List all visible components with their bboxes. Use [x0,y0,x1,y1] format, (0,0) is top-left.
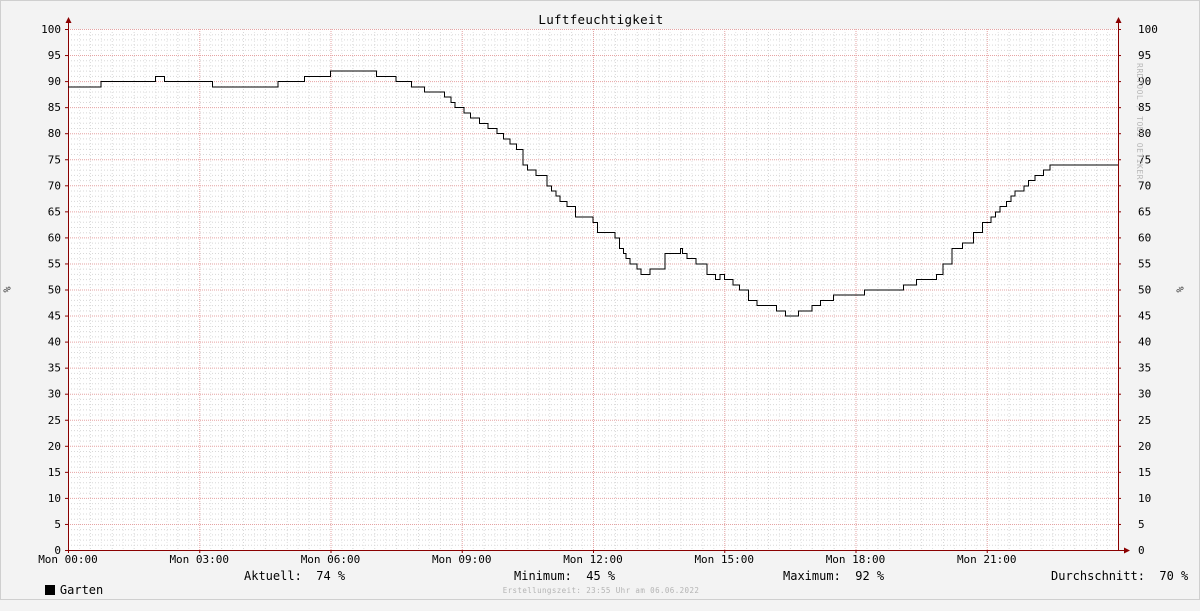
chart-container: 0 0 5 5 10 10 15 15 20 20 25 25 30 30 35 35 40 40 45 45 50 50… [0,0,1200,600]
stat-avg-value: 70 % [1159,569,1189,583]
stat-current-label: Aktuell: [244,569,302,583]
y-tick-label-right: 15 [1138,466,1151,479]
y-tick-label-left: 55 [48,257,61,270]
y-tick-label-left: 30 [48,388,61,401]
y-tick-label-left: 80 [48,127,61,140]
y-tick-label-left: 90 [48,75,61,88]
x-tick-label: Mon 18:00 [826,553,886,566]
y-tick-label-left: 75 [48,153,61,166]
y-tick-label-left: 40 [48,336,61,349]
y-axis-unit-left: % [2,286,14,293]
y-tick-label-right: 55 [1138,257,1151,270]
stat-avg-label: Durchschnitt: [1051,569,1145,583]
rrdtool-watermark: RRDTOOL / TOBI OETIKER [1135,63,1144,180]
y-tick-label-left: 45 [48,310,61,323]
y-tick-label-left: 25 [48,414,61,427]
y-tick-label-right: 60 [1138,231,1151,244]
y-tick-label-right: 20 [1138,440,1151,453]
stat-max-value: 92 % [855,569,885,583]
y-tick-label-right: 50 [1138,284,1151,297]
y-tick-label-right: 10 [1138,492,1151,505]
y-tick-label-left: 70 [48,179,61,192]
stat-min-label: Minimum: [514,569,572,583]
x-tick-label: Mon 06:00 [301,553,361,566]
stat-maximum: Maximum: 92 % [783,569,884,583]
y-tick-label-right: 25 [1138,414,1151,427]
stat-average: Durchschnitt: 70 % [1051,569,1188,583]
stat-min-value: 45 % [586,569,616,583]
stat-current: Aktuell: 74 % [244,569,345,583]
y-tick-label-left: 85 [48,101,61,114]
chart-canvas: 0 05 510 1015 1520 2025 2530 3035 3540 4045 4550 50… [38,17,1158,566]
y-tick-label-left: 10 [48,492,61,505]
y-tick-label-left: 65 [48,205,61,218]
y-tick-label-left: 5 [54,518,61,531]
y-tick-label-right: 45 [1138,310,1151,323]
y-axis-unit-right: % [1175,286,1187,293]
x-tick-label: Mon 03:00 [169,553,229,566]
x-tick-label: Mon 21:00 [957,553,1017,566]
y-tick-label-right: 30 [1138,388,1151,401]
y-tick-label-right: 40 [1138,336,1151,349]
x-tick-label: Mon 12:00 [563,553,623,566]
x-tick-label: Mon 15:00 [694,553,754,566]
x-tick-label: Mon 00:00 [38,553,98,566]
creation-timestamp: Erstellungszeit: 23:55 Uhr am 06.06.2022 [502,586,700,595]
stat-max-label: Maximum: [783,569,841,583]
y-tick-label-left: 95 [48,49,61,62]
x-axis-arrow [1124,547,1130,554]
chart-title: Luftfeuchtigkeit [538,12,664,27]
y-tick-label-left: 20 [48,440,61,453]
y-tick-label-left: 50 [48,284,61,297]
y-tick-label-right: 35 [1138,362,1151,375]
y-tick-label-right: 5 [1138,518,1145,531]
y-tick-label-left: 35 [48,362,61,375]
x-tick-label: Mon 09:00 [432,553,492,566]
y-tick-label-right: 0 [1138,544,1145,557]
stat-current-value: 74 % [316,569,346,583]
y-tick-label-right: 95 [1138,49,1151,62]
y-tick-label-left: 15 [48,466,61,479]
y-tick-label-left: 60 [48,231,61,244]
stat-minimum: Minimum: 45 % [514,569,615,583]
y-tick-label-right: 65 [1138,205,1151,218]
